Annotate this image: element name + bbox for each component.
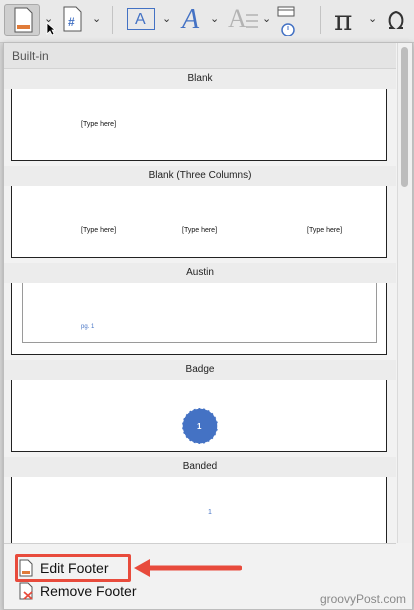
page-number-chevron-icon[interactable]: ⌄: [92, 12, 101, 25]
footer-button[interactable]: [4, 4, 40, 36]
drop-cap-glyph: A: [228, 4, 247, 33]
wordart-chevron-icon[interactable]: ⌄: [210, 12, 219, 25]
drop-cap-button[interactable]: A: [226, 4, 258, 36]
gallery-item-title: Badge: [4, 360, 396, 380]
remove-footer-label: Remove Footer: [40, 583, 137, 599]
gallery-item-title: Austin: [4, 263, 396, 283]
equation-button[interactable]: π: [332, 4, 360, 37]
footer-preview: 1: [11, 380, 387, 452]
placeholder-text: pg. 1: [81, 324, 95, 330]
gallery-item-title: Banded: [4, 457, 396, 477]
footer-preview: [Type here] [Type here] [Type here]: [11, 186, 387, 258]
page-number-glyph: #: [68, 15, 75, 29]
text-box-glyph: A: [135, 11, 146, 28]
symbol-button[interactable]: [384, 4, 408, 36]
annotation-arrow-icon: [134, 559, 242, 577]
annotation-highlight-box: [15, 554, 131, 582]
wordart-glyph: A: [182, 4, 200, 35]
text-box-button[interactable]: A: [125, 4, 159, 36]
footer-gallery: Blank [Type here] Blank (Three Columns) …: [4, 69, 396, 543]
placeholder-text: [Type here]: [182, 227, 218, 234]
gallery-item-banded[interactable]: Banded 1: [4, 457, 396, 543]
menu-divider: [4, 543, 396, 544]
footer-gallery-panel: Built-in Blank [Type here] Blank (Three …: [3, 42, 413, 610]
gallery-item-title: Blank: [4, 69, 396, 89]
placeholder-text: [Type here]: [81, 121, 117, 128]
placeholder-text: 1: [208, 509, 212, 516]
remove-footer-button[interactable]: Remove Footer: [18, 580, 136, 602]
placeholder-text: [Type here]: [307, 227, 343, 234]
page-number-button[interactable]: #: [60, 4, 86, 36]
gallery-scrollbar[interactable]: [397, 43, 412, 543]
date-time-icon: [277, 6, 295, 37]
gallery-item-blank[interactable]: Blank [Type here]: [4, 69, 396, 161]
remove-footer-icon: [19, 582, 33, 600]
badge-number: 1: [197, 422, 202, 431]
ribbon-toolbar: ⌄ # ⌄ A ⌄ A ⌄ A ⌄ π ⌄: [0, 0, 414, 62]
footer-preview: pg. 1: [11, 283, 387, 355]
gallery-item-austin[interactable]: Austin pg. 1: [4, 263, 396, 355]
symbol-omega-icon: [388, 10, 404, 29]
footer-preview: [Type here]: [11, 89, 387, 161]
watermark: groovyPost.com: [319, 592, 406, 606]
wordart-button[interactable]: A: [178, 4, 206, 36]
scrollbar-thumb[interactable]: [401, 47, 408, 187]
footer-icon: [14, 7, 33, 33]
gallery-item-blank-three-columns[interactable]: Blank (Three Columns) [Type here] [Type …: [4, 166, 396, 258]
toolbar-divider: [112, 6, 113, 34]
mouse-cursor-icon: [46, 22, 56, 36]
toolbar-divider: [320, 6, 321, 34]
gallery-item-title: Blank (Three Columns): [4, 166, 396, 186]
equation-chevron-icon[interactable]: ⌄: [368, 12, 377, 25]
austin-frame: [22, 283, 377, 343]
drop-cap-chevron-icon[interactable]: ⌄: [262, 12, 271, 25]
placeholder-text: [Type here]: [81, 227, 117, 234]
drop-cap-lines-icon: [246, 14, 258, 28]
text-box-chevron-icon[interactable]: ⌄: [162, 12, 171, 25]
date-time-button[interactable]: [276, 4, 296, 37]
footer-preview: 1: [11, 477, 387, 543]
equation-glyph: π: [334, 4, 353, 37]
section-header: Built-in: [4, 43, 396, 69]
gallery-item-badge[interactable]: Badge 1: [4, 360, 396, 452]
